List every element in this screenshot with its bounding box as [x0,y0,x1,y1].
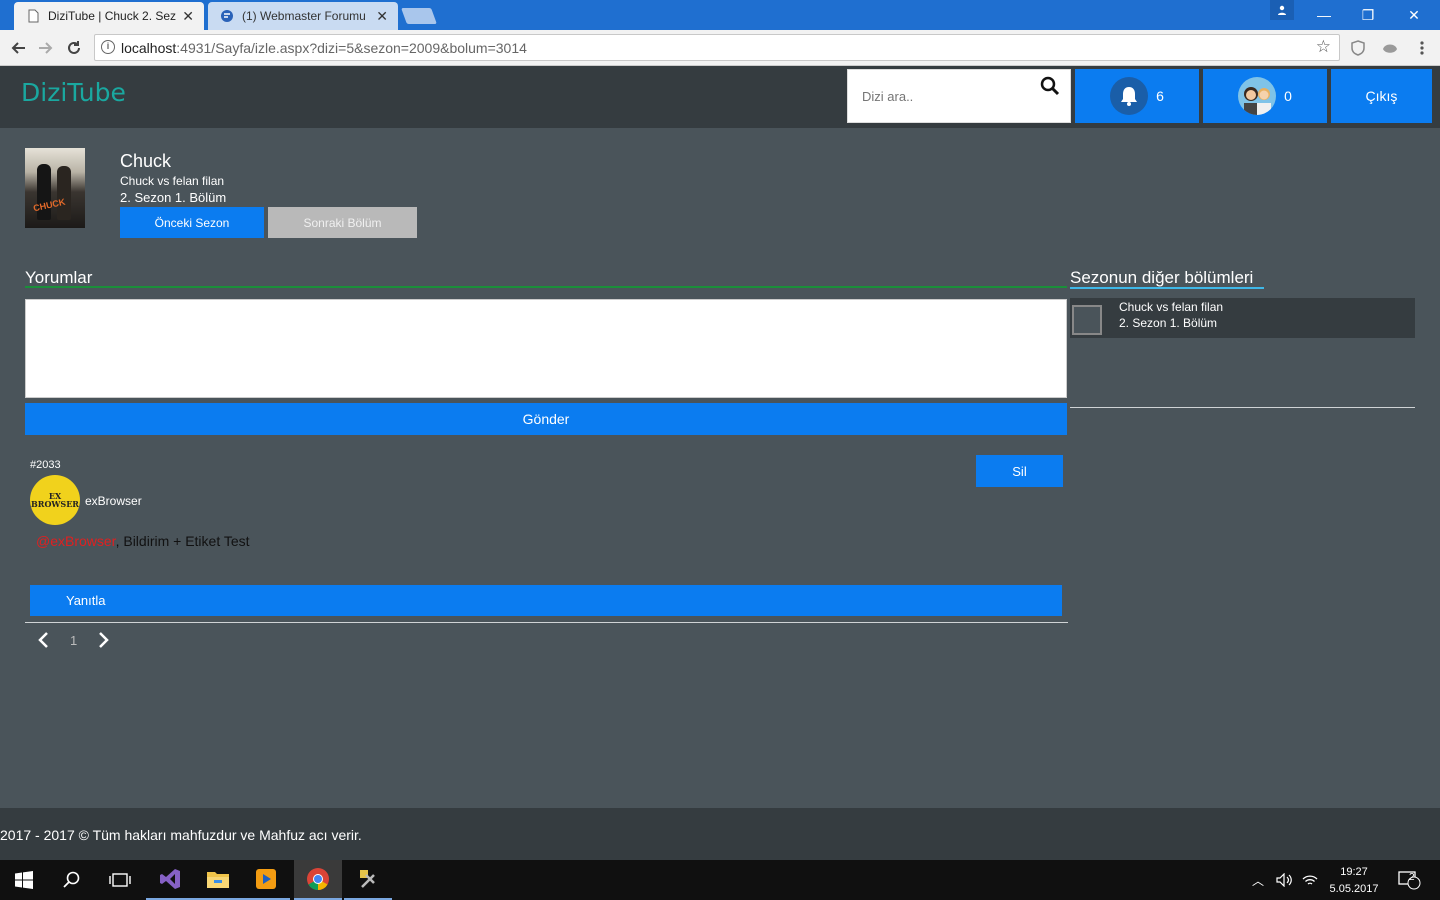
comment-username[interactable]: exBrowser [85,494,142,508]
previous-season-button[interactable]: Önceki Sezon [120,207,264,238]
divider [1070,407,1415,408]
url-path: :4931/Sayfa/izle.aspx?dizi=5&sezon=2009&… [176,39,527,56]
reload-icon[interactable] [62,36,86,60]
menu-icon[interactable] [1410,36,1434,60]
search-input[interactable] [848,70,1028,122]
friends-count: 0 [1284,88,1292,104]
notifications-count: 6 [1156,88,1164,104]
show-title: Chuck [120,151,172,171]
tray-chevron-up-icon[interactable]: ︿ [1252,860,1264,900]
notification-badge: 2 [1409,872,1415,883]
episode-name: Chuck vs felan filan [120,174,225,188]
search-icon[interactable] [1040,76,1060,96]
comment-input[interactable] [25,299,1067,398]
friends-icon [1238,77,1277,115]
url-host: localhost [121,39,177,56]
minimize-icon[interactable]: — [1306,0,1342,30]
maximize-icon[interactable]: ❐ [1350,0,1386,30]
friends-button[interactable]: 0 [1203,69,1327,123]
next-episode-button[interactable]: Sonraki Bölüm [268,207,417,238]
site-header: DiziTube 6 0 Çıkış [0,66,1440,128]
close-window-icon[interactable]: ✕ [1396,0,1432,30]
forum-icon [221,10,233,22]
file-explorer-icon[interactable] [194,860,242,900]
shield-extension-icon[interactable] [1346,36,1370,60]
site-logo[interactable]: DiziTube [21,78,126,107]
system-clock[interactable]: 19:27 5.05.2017 [1322,864,1386,898]
close-tab-icon[interactable]: ✕ [376,8,388,25]
visual-studio-icon[interactable] [146,860,194,900]
user-mention[interactable]: @exBrowser [36,533,116,549]
page-icon [28,9,39,23]
chevron-left-icon[interactable] [36,631,52,649]
page-number[interactable]: 1 [70,633,77,648]
footer-text: 2017 - 2017 © Tüm hakları mahfuzdur ve M… [0,827,362,843]
comments-title: Yorumlar [25,268,93,287]
comment-text: @exBrowser, Bildirim + Etiket Test [36,533,250,549]
tools-app-icon[interactable] [344,860,392,900]
action-center-icon[interactable]: 2 [1398,860,1422,900]
tab-title: (1) Webmaster Forumu | [242,9,371,23]
chrome-icon[interactable] [294,860,342,900]
back-icon[interactable] [6,36,30,60]
wifi-icon[interactable] [1302,860,1318,900]
clock-date: 5.05.2017 [1329,883,1379,895]
pagination: 1 [36,630,111,650]
browser-titlebar: DiziTube | Chuck 2. Sezon ✕ (1) Webmaste… [0,0,1440,30]
bell-icon [1110,77,1149,115]
reply-button[interactable]: Yanıtla [30,585,1062,616]
delete-comment-button[interactable]: Sil [976,455,1063,487]
close-tab-icon[interactable]: ✕ [182,8,194,25]
site-footer: 2017 - 2017 © Tüm hakları mahfuzdur ve M… [0,808,1440,860]
windows-start-icon[interactable] [0,860,48,900]
episode-list-info: 2. Sezon 1. Bölüm [1119,316,1218,330]
chevron-right-icon[interactable] [95,631,111,649]
sidebar-title-underline [1070,287,1264,289]
send-comment-button[interactable]: Gönder [25,403,1067,435]
media-player-icon[interactable] [242,860,290,900]
search-icon[interactable] [48,860,96,900]
episode-list-name: Chuck vs felan filan [1119,300,1224,314]
tab-dizitube[interactable]: DiziTube | Chuck 2. Sezon ✕ [14,2,204,30]
comment-id: #2033 [30,459,61,471]
episode-thumbnail [1072,305,1102,335]
avatar[interactable]: EX BROWSER [30,475,80,525]
info-icon[interactable]: i [101,40,115,54]
forward-icon[interactable] [34,36,58,60]
sidebar-title: Sezonun diğer bölümleri [1070,268,1254,287]
browser-toolbar: i localhost:4931/Sayfa/izle.aspx?dizi=5&… [0,30,1440,66]
logout-button[interactable]: Çıkış [1331,69,1432,123]
show-poster[interactable]: CHUCK [25,148,85,228]
episode-info: 2. Sezon 1. Bölüm [120,190,227,205]
search-box [847,69,1071,123]
volume-icon[interactable] [1276,860,1294,900]
new-tab-button[interactable] [401,8,437,24]
comments-divider [25,286,1067,288]
profile-icon[interactable] [1270,0,1294,20]
tab-webmaster-forum[interactable]: (1) Webmaster Forumu | ✕ [208,2,398,30]
clock-time: 19:27 [1340,866,1368,878]
tab-title: DiziTube | Chuck 2. Sezon [48,9,177,23]
comment-body: , Bildirim + Etiket Test [115,533,250,549]
notifications-button[interactable]: 6 [1075,69,1199,123]
episode-list-item[interactable]: Chuck vs felan filan 2. Sezon 1. Bölüm [1070,298,1415,338]
task-view-icon[interactable] [96,860,144,900]
divider [25,622,1068,623]
bookmark-star-icon[interactable]: ☆ [1316,37,1331,57]
poster-figure [57,166,71,220]
taskbar: ︿ 19:27 5.05.2017 2 [0,860,1440,900]
address-bar[interactable]: i localhost:4931/Sayfa/izle.aspx?dizi=5&… [94,34,1340,61]
extension-icon[interactable] [1378,36,1402,60]
